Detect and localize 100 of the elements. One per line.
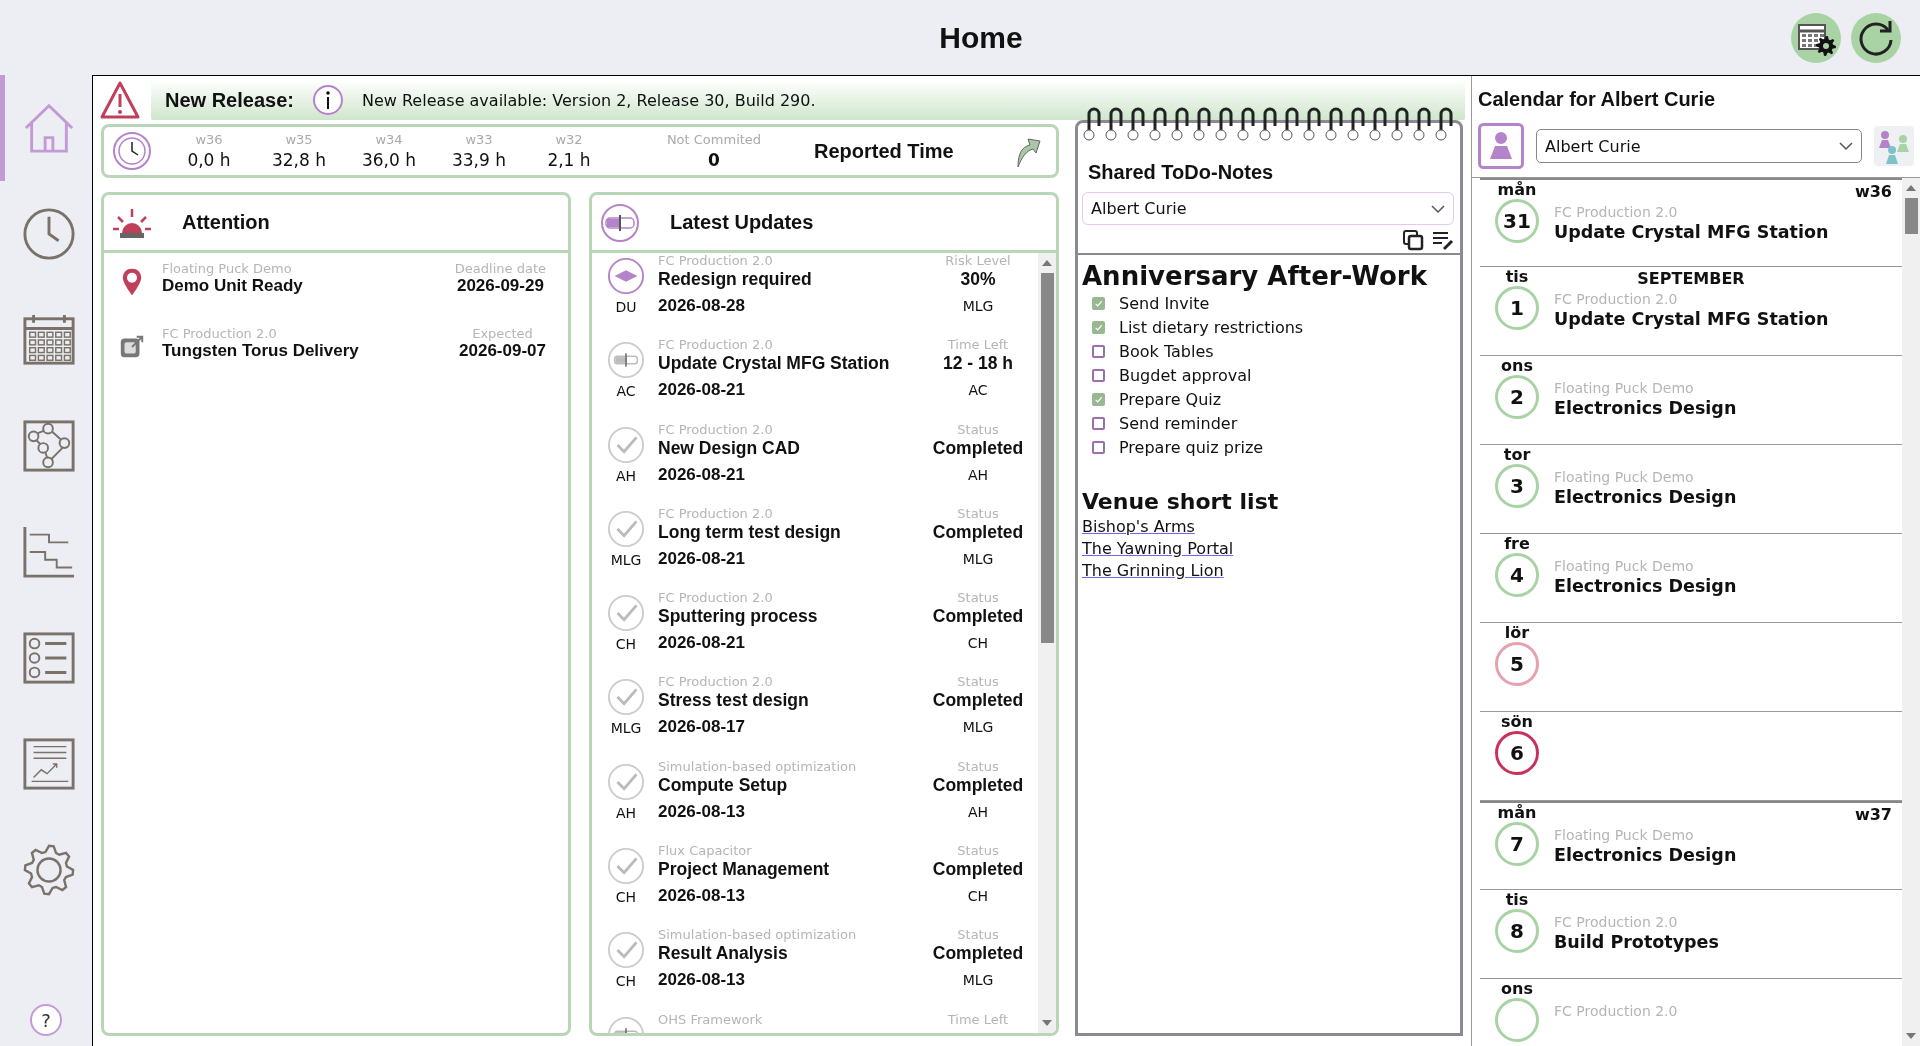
report-chart-icon[interactable] (21, 737, 76, 791)
day-number: 31 (1495, 199, 1539, 243)
checkmark-icon (607, 762, 645, 801)
checkmark-icon (607, 594, 645, 633)
status-value: 12 - 18 h (942, 353, 1013, 375)
update-title: Project Management (658, 859, 831, 881)
scrollbar-thumb[interactable] (1040, 273, 1054, 643)
owner-initials: MLG (962, 298, 994, 314)
numbered-list-icon[interactable] (21, 631, 76, 685)
project-name: Simulation-based optimization (658, 927, 858, 943)
step-chart-icon[interactable] (21, 525, 76, 579)
author-initials: MLG (610, 551, 642, 568)
project-name: FC Production 2.0 (1554, 204, 1679, 220)
checkbox[interactable] (1092, 416, 1105, 430)
scrollbar[interactable] (1038, 253, 1056, 1033)
status-value: Completed (932, 606, 1024, 628)
checkmark-icon (607, 847, 645, 886)
todo-text: Prepare Quiz (1119, 389, 1222, 409)
user-dropdown[interactable]: Albert Curie (1082, 192, 1454, 225)
event-title: Electronics Design (1554, 576, 1738, 596)
checkbox[interactable] (1092, 368, 1105, 382)
checkmark-icon (607, 425, 645, 464)
owner-initials: MLG (962, 550, 994, 567)
project-name: FC Production 2.0 (658, 505, 774, 521)
user-dropdown[interactable]: Albert Curie (1536, 129, 1862, 163)
weekday-label: sön (1501, 712, 1533, 731)
status-value: Completed (932, 859, 1024, 881)
uncommitted-value: 0 (708, 150, 720, 170)
help-button[interactable]: ? (30, 1004, 62, 1036)
calendar-icon[interactable] (21, 313, 76, 367)
project-name: FC Production 2.0 (658, 337, 774, 353)
week-label: w35 (285, 132, 313, 147)
note-subheading: Venue short list (1082, 489, 1280, 514)
calendar-settings-icon[interactable] (1790, 11, 1842, 64)
author-initials: CH (615, 889, 637, 906)
day-number: 7 (1495, 822, 1539, 866)
week-number: w36 (1854, 182, 1892, 201)
checkbox[interactable] (1092, 440, 1105, 454)
day-number: 3 (1495, 464, 1539, 508)
day-number: 1 (1495, 286, 1539, 330)
project-name: Simulation-based optimization (658, 758, 858, 774)
person-icon[interactable] (1478, 123, 1524, 169)
venue-link[interactable]: The Grinning Lion (1082, 561, 1224, 580)
status-label: Status (957, 590, 999, 606)
todo-text: Prepare quiz prize (1119, 437, 1264, 457)
project-name: Floating Puck Demo (1554, 380, 1695, 396)
event-title: Update Crystal MFG Station (1554, 309, 1830, 329)
settings-icon[interactable] (21, 843, 76, 897)
status-label: Status (957, 505, 999, 521)
status-label: Status (957, 421, 999, 437)
status-label: Time Left (947, 337, 1009, 353)
update-title: New Design CAD (658, 437, 801, 459)
venue-link[interactable]: Bishop's Arms (1082, 517, 1195, 536)
update-title: Redesign required (658, 269, 813, 290)
notes-title: Shared ToDo-Notes (1088, 161, 1275, 184)
scrollbar[interactable] (1902, 178, 1920, 1046)
clock-icon[interactable] (21, 207, 76, 261)
update-title: Update Crystal MFG Station (658, 353, 891, 375)
status-label: Status (957, 927, 999, 943)
project-name: FC Production 2.0 (658, 421, 774, 437)
update-title: Stress test design (658, 690, 810, 712)
update-date: 2026-08-21 (658, 464, 746, 485)
scrollbar-thumb[interactable] (1904, 198, 1918, 234)
status-value: Completed (932, 437, 1024, 459)
checkmark-icon (607, 509, 645, 548)
author-initials: DU (615, 299, 637, 315)
info-icon (311, 84, 344, 116)
week-hours: 2,1 h (547, 150, 591, 170)
copy-icon[interactable] (1402, 229, 1424, 251)
project-name: Floating Puck Demo (162, 261, 293, 276)
item-date: 2026-09-07 (459, 341, 546, 361)
owner-initials: MLG (962, 972, 994, 989)
day-number: 5 (1495, 642, 1539, 686)
project-name: FC Production 2.0 (162, 326, 278, 341)
status-value: Completed (932, 774, 1024, 796)
release-label: New Release: (165, 88, 294, 112)
project-name: Floating Puck Demo (1554, 558, 1695, 574)
week-label: w36 (195, 132, 223, 147)
refresh-icon[interactable] (1850, 11, 1902, 64)
group-icon[interactable] (1874, 126, 1914, 166)
project-name: FC Production 2.0 (658, 590, 774, 606)
status-value: Completed (932, 943, 1024, 965)
update-title: Compute Setup (658, 774, 789, 796)
warning-icon (99, 80, 141, 120)
status-value: 30% (960, 269, 996, 290)
status-label: Status (957, 843, 999, 859)
weekday-label: mån (1497, 180, 1537, 199)
weekday-label: lör (1504, 623, 1530, 642)
chevron-down-icon[interactable] (1839, 141, 1853, 151)
chevron-down-icon[interactable] (1431, 203, 1445, 214)
weekday-label: ons (1501, 979, 1533, 998)
calendar-title: Calendar for Albert Curie (1477, 87, 1717, 111)
week-label: w34 (375, 132, 403, 147)
week-label: w33 (465, 132, 493, 147)
event-title: Electronics Design (1554, 398, 1738, 418)
network-icon[interactable] (21, 419, 76, 473)
edit-list-icon[interactable] (1432, 229, 1454, 251)
status-value: Completed (932, 690, 1024, 712)
checkbox[interactable] (1092, 344, 1105, 358)
venue-link[interactable]: The Yawning Portal (1082, 539, 1234, 558)
